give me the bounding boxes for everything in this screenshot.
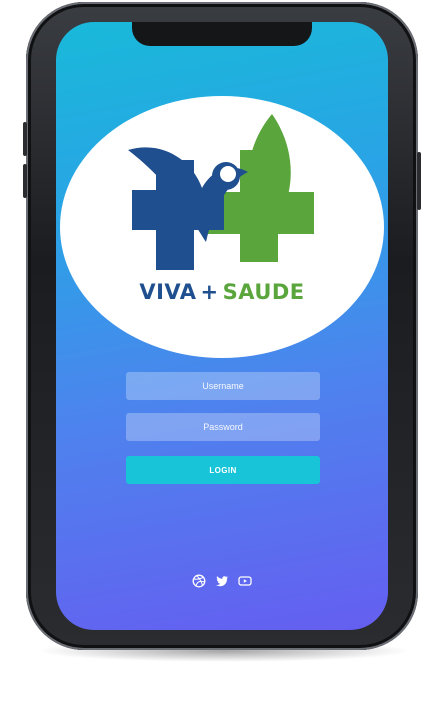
twitter-icon[interactable] — [215, 574, 229, 588]
volume-up-button — [23, 122, 27, 156]
social-links — [56, 574, 388, 588]
brand-right: SAUDE — [222, 280, 305, 304]
phone-frame: VIVA+SAUDE LOGIN — [23, 2, 421, 650]
youtube-icon[interactable] — [238, 574, 252, 588]
brand-plus: + — [200, 280, 219, 304]
logo-person-head-highlight — [220, 166, 236, 182]
dribbble-icon[interactable] — [192, 574, 206, 588]
notch — [132, 22, 312, 46]
login-button[interactable]: LOGIN — [126, 456, 320, 484]
logo-panel: VIVA + SAUDE — [60, 96, 384, 358]
brand-left: VIVA — [139, 280, 197, 304]
brand-wordmark: VIVA + SAUDE — [60, 280, 384, 304]
username-input[interactable] — [126, 372, 320, 400]
power-button — [417, 152, 421, 210]
volume-down-button — [23, 164, 27, 198]
viva-saude-logo — [128, 114, 314, 270]
password-input[interactable] — [126, 413, 320, 441]
app-screen: VIVA+SAUDE LOGIN — [56, 22, 388, 630]
